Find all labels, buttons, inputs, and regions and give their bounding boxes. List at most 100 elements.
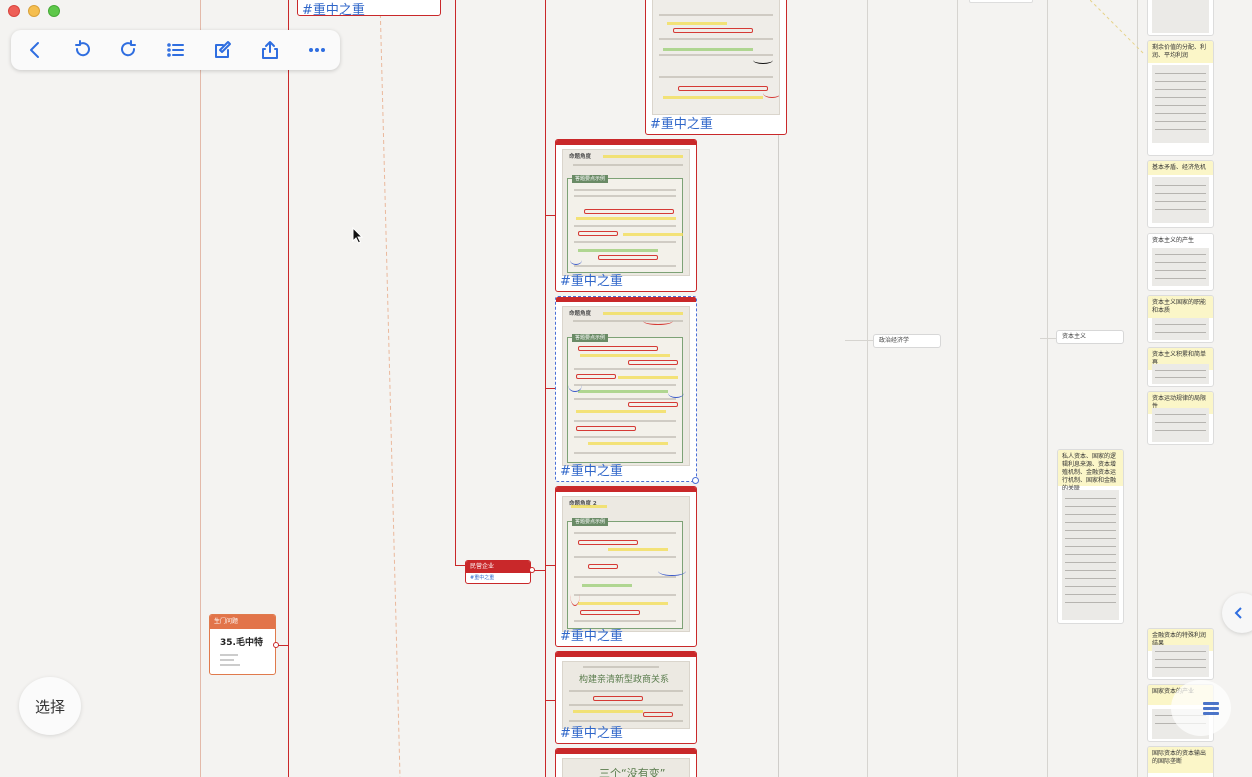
right-card-title: 资本主义的产生 — [1148, 234, 1213, 248]
top-topic-tag: #重中之重 — [302, 3, 365, 18]
zoom-window-button[interactable] — [48, 5, 60, 17]
card-thumbnail: 命题角度 答题要点示例 — [562, 149, 690, 276]
top-topic-node[interactable]: #重中之重 — [297, 0, 441, 18]
capitalism-node[interactable]: 资本主义 — [1056, 330, 1124, 344]
more-icon — [308, 48, 325, 52]
gray-column-line-2 — [867, 0, 868, 777]
card-topbar — [556, 749, 696, 754]
right-tall-card-title: 私人资本、国家的逻辑利息来源、资本增殖机制、金融资本运行机制、国家和金融的关联 — [1058, 450, 1123, 492]
card-topbar — [556, 487, 696, 492]
chapter-node-title: 35.毛中特 — [220, 638, 263, 648]
right-tall-card[interactable]: 私人资本、国家的逻辑利息来源、资本增殖机制、金融资本运行机制、国家和金融的关联 — [1057, 449, 1124, 624]
dashed-connector-right — [1090, 0, 1146, 56]
card-tag: #重中之重 — [560, 274, 623, 289]
card-topbar — [556, 140, 696, 145]
edit-icon — [214, 41, 231, 58]
expand-sidebar-button[interactable] — [1222, 593, 1252, 633]
card-heading: 命题角度 — [569, 154, 592, 160]
left-column-line — [200, 0, 201, 777]
window-controls — [8, 5, 60, 17]
clipped-node[interactable] — [969, 0, 1033, 3]
card-connector — [545, 700, 555, 701]
floating-toolbar — [11, 30, 340, 70]
chapter-node[interactable]: 生门问题 35.毛中特 — [209, 614, 276, 675]
resize-handle[interactable] — [692, 477, 699, 484]
sub-topic-title: 民营企业 — [466, 561, 530, 573]
layers-icon — [1203, 701, 1219, 715]
topic-card-3[interactable]: 命题角度 2 答题要点示例 #重中之重 — [555, 486, 697, 647]
minimize-window-button[interactable] — [28, 5, 40, 17]
right-card-4[interactable]: 资本主义积累和简单再 — [1147, 347, 1214, 387]
select-button[interactable]: 选择 — [19, 677, 81, 735]
close-window-button[interactable] — [8, 5, 20, 17]
right-card-title: 基本矛盾、经济危机 — [1148, 161, 1213, 175]
topic-card-2-selected[interactable]: 命题角度 答题要点示例 #重中之重 — [555, 296, 697, 482]
card-topbar — [556, 652, 696, 657]
inner-box-label: 答题要点示例 — [572, 334, 609, 342]
card-tag: #重中之重 — [560, 726, 623, 741]
right-lower-card-0[interactable]: 金融资本的特殊利润结果 — [1147, 628, 1214, 680]
sub-topic-node[interactable]: 民营企业 #重中之重 — [465, 560, 531, 584]
left-red-branch-line — [288, 0, 289, 777]
card-tag: #重中之重 — [560, 464, 623, 479]
card-inner-box: 答题要点示例 — [567, 334, 684, 463]
node-collapse-handle[interactable] — [529, 567, 535, 573]
subnode-connector — [455, 565, 465, 566]
chevron-left-icon — [1234, 607, 1242, 619]
right-card-title: 资本主义国家的职能和本质 — [1148, 296, 1213, 318]
edit-button[interactable] — [205, 34, 241, 66]
redo-button[interactable] — [111, 34, 147, 66]
back-button[interactable] — [17, 34, 53, 66]
topic-card-5[interactable]: 三个“没有变” — [555, 748, 697, 777]
political-economy-node[interactable]: 政治经济学 — [873, 334, 941, 348]
midnode-connector — [845, 340, 873, 341]
card-thumbnail: 三个“没有变” — [562, 758, 690, 777]
topic-card-0[interactable]: #重中之重 — [645, 0, 787, 135]
card-connector — [545, 388, 555, 389]
right-lower-card-2[interactable]: 国际资本的资本输出的国际垄断 — [1147, 746, 1214, 777]
right-card-1[interactable]: 基本矛盾、经济危机 — [1147, 160, 1214, 228]
right-card-title: 国际资本的资本输出的国际垄断 — [1148, 747, 1213, 773]
card-topbar — [556, 297, 696, 302]
outline-button[interactable] — [158, 34, 194, 66]
gray-column-line-5 — [1137, 0, 1138, 777]
card-heading: 命题角度 — [569, 311, 592, 317]
card-inner-box: 答题要点示例 — [567, 518, 686, 629]
middle-red-branch-line — [455, 0, 456, 565]
card-thumbnail: 命题角度 2 答题要点示例 — [562, 496, 690, 632]
list-icon — [166, 43, 184, 57]
topic-card-4[interactable]: 构建亲清新型政商关系 #重中之重 — [555, 651, 697, 744]
gray-column-line-4 — [1047, 0, 1048, 777]
card-thumbnail: 构建亲清新型政商关系 — [562, 661, 690, 729]
card-thumbnail — [652, 0, 780, 115]
right-card-0[interactable]: 剩余价值的分配、利润、平均利润 — [1147, 40, 1214, 156]
inner-box-label: 答题要点示例 — [572, 175, 609, 183]
right-card-5[interactable]: 资本运动规律的局限性 — [1147, 391, 1214, 445]
more-button[interactable] — [299, 34, 335, 66]
mouse-cursor-icon — [352, 227, 364, 244]
node-collapse-handle[interactable] — [273, 642, 279, 648]
redo-icon — [120, 40, 136, 57]
gray-column-line-3 — [957, 0, 958, 777]
chapter-node-head: 生门问题 — [210, 615, 275, 629]
card-tag: #重中之重 — [560, 629, 623, 644]
right-card-clipped[interactable] — [1147, 0, 1214, 36]
right-card-title: 剩余价值的分配、利润、平均利润 — [1148, 41, 1213, 63]
inner-box-label: 答题要点示例 — [572, 518, 609, 526]
undo-button[interactable] — [64, 34, 100, 66]
topic-card-1[interactable]: 命题角度 答题要点示例 #重中之重 — [555, 139, 697, 292]
back-icon — [29, 42, 39, 58]
card-inner-box: 答题要点示例 — [567, 175, 683, 273]
right-card-3[interactable]: 资本主义国家的职能和本质 — [1147, 295, 1214, 343]
sub-topic-tag: #重中之重 — [470, 575, 495, 581]
undo-icon — [74, 40, 90, 57]
card-thumbnail: 命题角度 答题要点示例 — [562, 306, 690, 466]
right-card-2[interactable]: 资本主义的产生 — [1147, 233, 1214, 291]
dashed-connector — [379, 0, 401, 777]
card-connector — [545, 215, 555, 216]
card-heading: 构建亲清新型政商关系 — [579, 675, 670, 685]
card-heading: 三个“没有变” — [599, 767, 666, 777]
share-button[interactable] — [252, 34, 288, 66]
card-connector — [545, 565, 555, 566]
layers-menu-button[interactable] — [1171, 680, 1231, 736]
